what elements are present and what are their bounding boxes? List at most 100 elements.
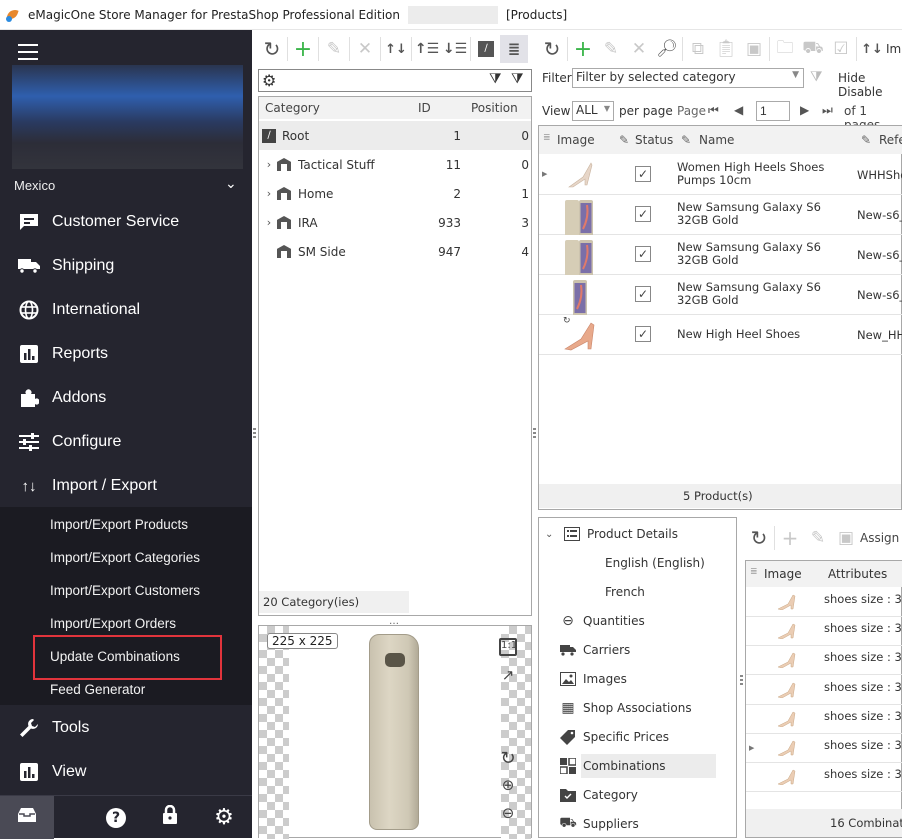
status-checkbox[interactable]: ✓ xyxy=(635,246,651,262)
product-row[interactable]: ↻ ✓ New High Heel Shoes New_HH xyxy=(539,315,902,355)
car-icon[interactable]: ⛟ xyxy=(799,35,827,63)
column-header-reference[interactable]: Refe xyxy=(879,133,902,147)
detail-english[interactable]: English (English) xyxy=(539,551,736,575)
column-header-image[interactable]: Image xyxy=(764,567,802,581)
sort-icon[interactable]: ↑↓ xyxy=(382,35,410,63)
category-row[interactable]: ∕ Root 1 0 xyxy=(259,121,531,150)
column-header-id[interactable]: ID xyxy=(418,101,431,115)
product-row[interactable]: ✓ Women High Heels Shoes Pumps 10cm WHHS… xyxy=(539,155,902,195)
delete-icon[interactable]: ✕ xyxy=(625,35,653,63)
collapse-chevron-icon[interactable]: ⌄ xyxy=(545,529,559,540)
add-icon[interactable]: + xyxy=(289,35,317,63)
refresh-icon[interactable]: ↻ xyxy=(538,35,566,63)
category-row[interactable]: › Home 2 1 xyxy=(259,179,531,208)
column-header-category[interactable]: Category xyxy=(265,101,320,115)
nav-reports[interactable]: Reports xyxy=(0,332,252,376)
page-number-input[interactable] xyxy=(756,101,790,121)
column-header-image[interactable]: Image xyxy=(557,133,595,147)
detail-quantities[interactable]: ⊖ Quantities xyxy=(539,609,736,633)
product-row[interactable]: ✓ New Samsung Galaxy S6 32GB Gold New-s6… xyxy=(539,275,902,315)
submenu-import-export-customers[interactable]: Import/Export Customers xyxy=(50,583,200,598)
view-count-select[interactable]: ALL ▼ xyxy=(572,101,614,121)
combination-row[interactable]: shoes size : 39, xyxy=(746,705,902,734)
duplicate-icon[interactable]: ▣ xyxy=(740,35,768,63)
combination-row[interactable]: shoes size : 39, xyxy=(746,676,902,705)
prev-page-icon[interactable]: ◀︎ xyxy=(734,103,743,117)
submenu-feed-generator[interactable]: Feed Generator xyxy=(50,682,145,697)
add-icon[interactable]: + xyxy=(776,524,804,552)
filter-clear-icon[interactable]: ⧩ xyxy=(511,71,524,87)
last-page-icon[interactable]: ⏭︎ xyxy=(822,103,833,118)
edit-icon[interactable]: ✎ xyxy=(320,35,348,63)
refresh-icon[interactable]: ↻ xyxy=(258,35,286,63)
nav-international[interactable]: International xyxy=(0,288,252,332)
detail-images[interactable]: Images xyxy=(539,667,736,691)
move-down-icon[interactable]: ↓☰ xyxy=(441,35,469,63)
category-row[interactable]: SM Side 947 4 xyxy=(259,237,531,266)
category-row[interactable]: › IRA 933 3 xyxy=(259,208,531,237)
submenu-import-export-orders[interactable]: Import/Export Orders xyxy=(50,616,176,631)
category-search-input[interactable] xyxy=(281,72,481,89)
hamburger-menu-icon[interactable] xyxy=(18,44,38,60)
first-page-icon[interactable]: ⏮︎ xyxy=(708,103,719,118)
hide-disabled-toggle[interactable]: Hide Disable xyxy=(838,71,902,99)
detail-suppliers[interactable]: ⛟ Suppliers xyxy=(539,812,736,836)
detail-carriers[interactable]: Carriers xyxy=(539,638,736,662)
move-up-icon[interactable]: ↑☰ xyxy=(413,35,441,63)
zoom-in-icon[interactable]: ⊕ xyxy=(499,776,517,794)
detail-shop-associations[interactable]: ▦ Shop Associations xyxy=(539,696,736,720)
inbox-button[interactable] xyxy=(0,796,54,839)
nav-addons[interactable]: Addons xyxy=(0,376,252,420)
splitter-handle[interactable] xyxy=(740,675,743,685)
next-page-icon[interactable]: ▶︎ xyxy=(800,103,809,117)
gear-icon[interactable]: ⚙ xyxy=(262,71,276,90)
delete-icon[interactable]: ✕ xyxy=(351,35,379,63)
splitter-handle[interactable] xyxy=(533,428,536,438)
nav-customer-service[interactable]: Customer Service xyxy=(0,200,252,244)
column-header-attributes[interactable]: Attributes xyxy=(828,567,887,581)
lock-button[interactable] xyxy=(150,796,190,839)
detail-specific-prices[interactable]: Specific Prices xyxy=(539,725,736,749)
edit-icon[interactable]: ✎ xyxy=(804,524,832,552)
status-checkbox[interactable]: ✓ xyxy=(635,206,651,222)
status-checkbox[interactable]: ✓ xyxy=(635,286,651,302)
combination-row[interactable]: shoes size : 38, xyxy=(746,588,902,617)
column-header-status[interactable]: Status xyxy=(635,133,673,147)
submenu-import-export-products[interactable]: Import/Export Products xyxy=(50,517,188,532)
zoom-out-icon[interactable]: ⊖ xyxy=(499,804,517,822)
expand-chevron-icon[interactable]: › xyxy=(261,187,277,200)
detail-product-details[interactable]: ⌄ Product Details xyxy=(539,522,736,546)
assign-image-label[interactable]: Assign I xyxy=(860,531,902,545)
splitter-handle[interactable] xyxy=(253,428,256,438)
filter-list-icon[interactable]: ≣ xyxy=(500,35,528,63)
combination-row[interactable]: shoes size : 38, xyxy=(746,646,902,675)
category-filter-select[interactable]: Filter by selected category ▼ xyxy=(572,68,804,88)
open-external-icon[interactable]: ↗ xyxy=(499,666,517,684)
add-icon[interactable]: + xyxy=(569,35,597,63)
filter-add-icon[interactable]: ⧩ xyxy=(489,71,502,87)
combination-row[interactable]: shoes size : 38, xyxy=(746,617,902,646)
check-list-icon[interactable]: ☑ xyxy=(827,35,855,63)
import-label[interactable]: Impo xyxy=(886,42,902,56)
nav-tools[interactable]: Tools xyxy=(0,706,252,750)
expand-chevron-icon[interactable]: › xyxy=(261,216,277,229)
nav-configure[interactable]: Configure xyxy=(0,420,252,464)
edit-icon[interactable]: ✎ xyxy=(597,35,625,63)
toggle-icon[interactable]: ∕ xyxy=(472,35,500,63)
column-chooser-icon[interactable]: ≣ xyxy=(750,567,758,577)
move-folder-icon[interactable]: 🗀︎ xyxy=(771,35,799,63)
column-header-position[interactable]: Position xyxy=(471,101,518,115)
combination-row[interactable]: shoes size : 39, xyxy=(746,734,902,763)
nav-view[interactable]: View xyxy=(0,750,252,794)
column-chooser-icon[interactable]: ≣ xyxy=(543,133,551,143)
rotate-icon[interactable]: ↻ xyxy=(499,748,517,769)
assign-image-icon[interactable]: ▣ xyxy=(832,524,860,552)
status-checkbox[interactable]: ✓ xyxy=(635,166,651,182)
detail-category[interactable]: Category xyxy=(539,783,736,807)
combination-row[interactable]: shoes size : 39, xyxy=(746,763,902,792)
clear-filter-icon[interactable]: ⧩ xyxy=(810,69,823,85)
expand-chevron-icon[interactable]: › xyxy=(261,158,277,171)
paste-icon[interactable]: 📋︎ xyxy=(712,35,740,63)
copy-icon[interactable]: ⧉ xyxy=(684,35,712,63)
refresh-icon[interactable]: ↻ xyxy=(745,524,773,552)
